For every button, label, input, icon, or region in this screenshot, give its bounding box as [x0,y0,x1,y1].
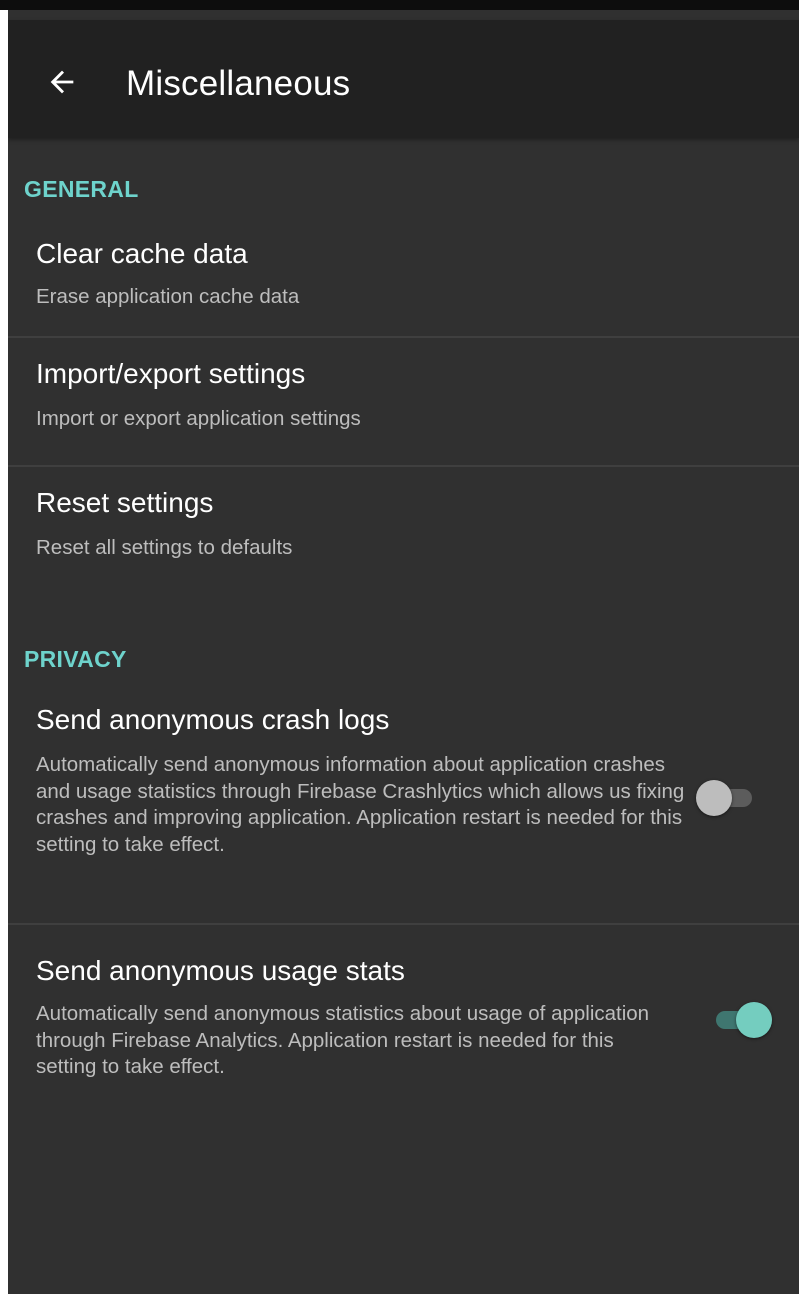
section-header-general: GENERAL [24,176,139,202]
pref-title: Import/export settings [36,358,306,389]
pref-title: Reset settings [36,487,214,518]
settings-screen: Miscellaneous GENERAL Clear cache data E… [8,10,799,1294]
pref-title: Send anonymous usage stats [36,955,405,986]
switch-thumb [736,1002,772,1038]
pref-reset-settings[interactable]: Reset settings Reset all settings to def… [8,467,799,593]
pref-import-export[interactable]: Import/export settings Import or export … [8,338,799,464]
pref-usage-stats[interactable]: Send anonymous usage stats Automatically… [8,925,799,1095]
crash-logs-toggle[interactable] [696,778,760,818]
page-title: Miscellaneous [126,64,351,103]
pref-summary: Reset all settings to defaults [36,536,293,559]
app-bar: Miscellaneous [8,20,799,138]
pref-title: Clear cache data [36,238,248,269]
pref-summary: Erase application cache data [36,285,300,308]
arrow-back-icon [45,65,79,99]
usage-stats-toggle[interactable] [708,1000,772,1040]
pref-summary: Automatically send anonymous statistics … [36,1002,650,1078]
section-header-privacy: PRIVACY [24,646,127,672]
pref-summary: Automatically send anonymous information… [36,753,685,856]
pref-title: Send anonymous crash logs [36,704,390,735]
pref-clear-cache[interactable]: Clear cache data Erase application cache… [8,220,799,336]
pref-summary: Import or export application settings [36,407,361,430]
pref-crash-logs[interactable]: Send anonymous crash logs Automatically … [8,690,799,923]
back-button[interactable] [42,62,82,102]
switch-thumb [696,780,732,816]
status-bar [0,0,799,10]
